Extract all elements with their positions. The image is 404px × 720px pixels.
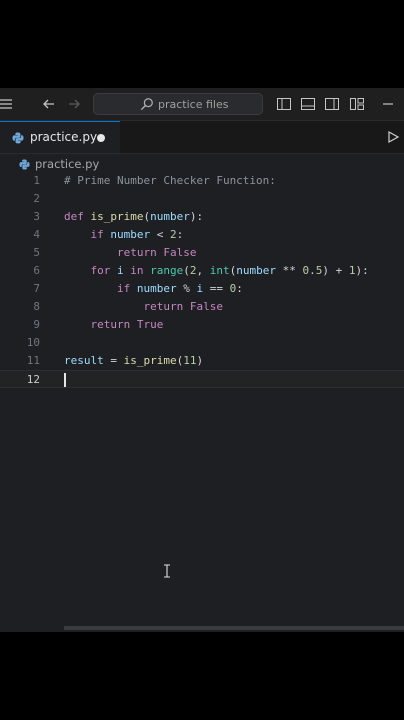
line-number: 5 <box>33 246 40 259</box>
minimize-icon[interactable] <box>380 96 396 112</box>
code-text: for i in range(2, int(number ** 0.5) + 1… <box>90 264 369 277</box>
line-number: 6 <box>33 264 40 277</box>
toggle-secondary-sidebar-icon[interactable] <box>324 96 340 112</box>
line-number: 4 <box>33 228 40 241</box>
unsaved-indicator-icon[interactable] <box>97 134 105 142</box>
line-number: 3 <box>33 210 40 223</box>
code-line[interactable]: 10 <box>0 334 404 352</box>
python-file-icon <box>19 159 30 170</box>
code-text: if number < 2: <box>90 228 184 241</box>
title-bar: practice files <box>0 88 404 121</box>
code-text: def is_prime(number): <box>64 210 204 223</box>
editor-tab-bar: practice.py <box>0 121 404 154</box>
line-number: 11 <box>26 354 40 367</box>
search-label: practice files <box>158 98 229 111</box>
command-center-search[interactable]: practice files <box>93 93 263 115</box>
breadcrumb-file[interactable]: practice.py <box>35 157 99 171</box>
code-line[interactable]: 2 <box>0 190 404 208</box>
horizontal-scrollbar[interactable] <box>64 626 404 630</box>
code-text: return True <box>90 318 164 331</box>
line-number: 8 <box>33 300 40 313</box>
code-line[interactable]: 3 def is_prime(number): <box>0 208 404 226</box>
toggle-panel-icon[interactable] <box>300 96 316 112</box>
forward-arrow-icon[interactable] <box>66 96 82 112</box>
code-text: return False <box>116 246 197 259</box>
code-line[interactable]: 7 if number % i == 0: <box>0 280 404 298</box>
run-icon[interactable] <box>386 130 400 144</box>
back-arrow-icon[interactable] <box>41 96 57 112</box>
line-number: 1 <box>33 174 40 187</box>
line-number: 10 <box>26 336 40 349</box>
customize-layout-icon[interactable] <box>349 96 365 112</box>
code-text: if number % i == 0: <box>116 282 243 295</box>
code-line[interactable]: 4 if number < 2: <box>0 226 404 244</box>
code-line[interactable]: 8 return False <box>0 298 404 316</box>
python-file-icon <box>12 132 24 144</box>
text-cursor-icon <box>164 564 170 578</box>
line-number: 7 <box>33 282 40 295</box>
code-line[interactable]: 9 return True <box>0 316 404 334</box>
code-line[interactable]: 1 # Prime Number Checker Function: <box>0 172 404 190</box>
code-text: result = is_prime(11) <box>64 354 204 367</box>
code-line[interactable]: 5 return False <box>0 244 404 262</box>
line-number: 12 <box>26 373 40 386</box>
code-line[interactable]: 12 <box>0 370 404 388</box>
code-line[interactable]: 6 for i in range(2, int(number ** 0.5) +… <box>0 262 404 280</box>
code-text: return False <box>143 300 223 313</box>
line-number: 9 <box>33 318 40 331</box>
code-text: # Prime Number Checker Function: <box>64 174 276 187</box>
search-icon <box>140 98 153 111</box>
tab-practice-py[interactable]: practice.py <box>0 121 120 153</box>
code-editor[interactable]: 1 # Prime Number Checker Function: 2 3 def i… <box>0 172 404 612</box>
breadcrumb: practice.py <box>0 154 404 174</box>
code-line[interactable]: 11 result = is_prime(11) <box>0 352 404 370</box>
toggle-primary-sidebar-icon[interactable] <box>276 96 292 112</box>
line-number: 2 <box>33 192 40 205</box>
tab-label: practice.py <box>30 130 98 144</box>
text-caret <box>64 373 66 387</box>
editor-window: practice files practice.py practice.py 1… <box>0 88 404 632</box>
menu-icon[interactable] <box>0 96 16 112</box>
